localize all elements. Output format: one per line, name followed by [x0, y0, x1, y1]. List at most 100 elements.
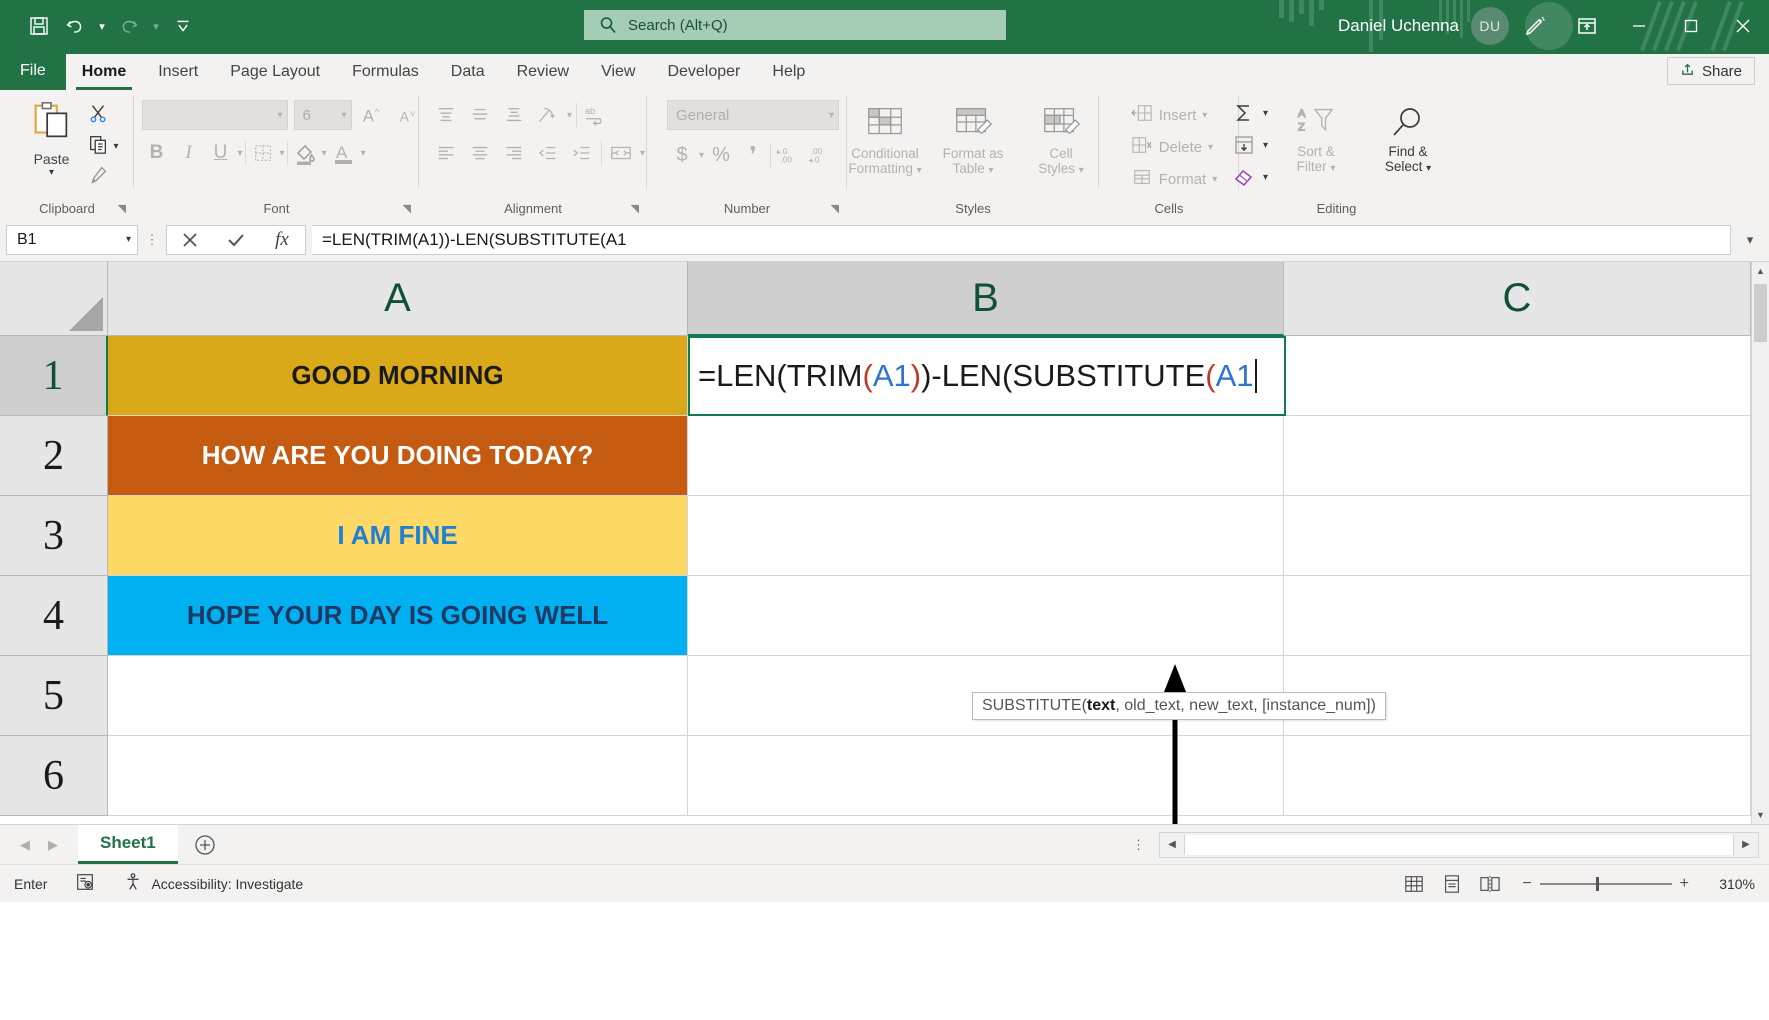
bold-button[interactable]: B	[142, 138, 172, 168]
cut-button[interactable]	[87, 102, 118, 129]
increase-font-size-button[interactable]: A^	[358, 100, 388, 130]
fill-button[interactable]: ▾	[1229, 130, 1268, 160]
column-header-a[interactable]: A	[108, 262, 688, 336]
align-center-icon[interactable]	[465, 138, 495, 168]
increase-indent-icon[interactable]	[567, 138, 597, 168]
formula-bar-handle[interactable]: ⋮	[144, 232, 160, 248]
column-header-b[interactable]: B	[688, 262, 1284, 336]
row-header-2[interactable]: 2	[0, 416, 108, 496]
cell-c6[interactable]	[1284, 736, 1751, 816]
tab-help[interactable]: Help	[756, 54, 821, 90]
search-input[interactable]: Search (Alt+Q)	[584, 10, 1006, 40]
tab-formulas[interactable]: Formulas	[336, 54, 435, 90]
zoom-value[interactable]: 310%	[1705, 876, 1755, 892]
horizontal-scrollbar[interactable]: ◀ ▶	[1159, 832, 1759, 858]
align-left-icon[interactable]	[431, 138, 461, 168]
accessibility-checker[interactable]: Accessibility: Investigate	[109, 872, 317, 895]
row-header-3[interactable]: 3	[0, 496, 108, 576]
delete-cells-button[interactable]: Delete ▾	[1131, 132, 1218, 162]
undo-dropdown-caret-icon[interactable]: ▾	[94, 9, 110, 43]
borders-icon[interactable]	[248, 138, 278, 168]
align-middle-icon[interactable]	[465, 100, 495, 130]
cancel-icon[interactable]	[167, 226, 213, 254]
cell-c1[interactable]	[1284, 336, 1751, 416]
font-color-icon[interactable]: A	[329, 138, 359, 168]
row-header-6[interactable]: 6	[0, 736, 108, 816]
active-cell-editor[interactable]: =LEN(TRIM(A1))-LEN(SUBSTITUTE(A1	[688, 336, 1286, 416]
cell-a3[interactable]: I AM FINE	[108, 496, 688, 576]
align-top-icon[interactable]	[431, 100, 461, 130]
zoom-out-icon[interactable]: −	[1522, 875, 1531, 893]
add-sheet-icon[interactable]	[178, 832, 232, 858]
sheet-nav-arrows[interactable]: ◀ ▶	[0, 837, 78, 853]
zoom-in-icon[interactable]: +	[1680, 875, 1689, 893]
cell-a1[interactable]: GOOD MORNING	[108, 336, 688, 416]
italic-button[interactable]: I	[174, 138, 204, 168]
comma-style-icon[interactable]: ❜	[738, 140, 768, 170]
cell-c3[interactable]	[1284, 496, 1751, 576]
scroll-left-icon[interactable]: ◀	[1160, 833, 1184, 857]
conditional-formatting-button[interactable]: Conditional Formatting ▾	[841, 98, 929, 177]
copy-dropdown-caret-icon[interactable]: ▾	[113, 141, 118, 152]
undo-icon[interactable]	[58, 9, 92, 43]
cell-a5[interactable]	[108, 656, 688, 736]
tab-home[interactable]: Home	[66, 54, 142, 90]
column-header-c[interactable]: C	[1284, 262, 1751, 336]
find-and-select-button[interactable]: Find & Select ▾	[1364, 98, 1452, 192]
dialog-launcher-icon[interactable]: ◥	[831, 202, 839, 215]
tab-review[interactable]: Review	[501, 54, 585, 90]
sheet-tab-sheet1[interactable]: Sheet1	[78, 825, 178, 864]
cell-styles-button[interactable]: Cell Styles ▾	[1017, 98, 1105, 177]
tab-overflow-icon[interactable]: ⋮	[1132, 837, 1159, 853]
insert-cells-button[interactable]: Insert ▾	[1131, 100, 1218, 130]
previous-sheet-icon[interactable]: ◀	[20, 837, 30, 853]
percent-icon[interactable]: %	[706, 140, 736, 170]
cell-c4[interactable]	[1284, 576, 1751, 656]
save-icon[interactable]	[22, 9, 56, 43]
minimize-button[interactable]	[1613, 0, 1665, 52]
underline-button[interactable]: U	[206, 138, 236, 168]
cell-b4[interactable]	[688, 576, 1284, 656]
redo-icon[interactable]	[112, 9, 146, 43]
normal-view-icon[interactable]	[1398, 871, 1430, 897]
align-bottom-icon[interactable]	[499, 100, 529, 130]
copy-button[interactable]: ▾	[87, 133, 118, 160]
wrap-text-icon[interactable]: ab	[581, 100, 611, 130]
tab-view[interactable]: View	[585, 54, 651, 90]
decrease-indent-icon[interactable]	[533, 138, 563, 168]
sort-and-filter-button[interactable]: A Z Sort & Filter ▾	[1272, 98, 1360, 192]
paste-button[interactable]: Paste ▾	[19, 98, 83, 191]
clear-button[interactable]: ▾	[1229, 162, 1268, 192]
font-name-combo[interactable]: ▾	[142, 100, 288, 130]
merge-and-center-icon[interactable]	[606, 138, 636, 168]
autosum-button[interactable]: ▾	[1229, 98, 1268, 128]
avatar[interactable]: DU	[1471, 7, 1509, 45]
close-button[interactable]	[1717, 0, 1769, 52]
tab-insert[interactable]: Insert	[142, 54, 214, 90]
dialog-launcher-icon[interactable]: ◥	[403, 202, 411, 215]
decrease-decimal-icon[interactable]: .00.0	[805, 140, 835, 170]
dialog-launcher-icon[interactable]: ◥	[118, 202, 126, 215]
vertical-scrollbar[interactable]: ▲ ▼	[1751, 262, 1769, 824]
vertical-scroll-thumb[interactable]	[1754, 284, 1767, 342]
fx-icon[interactable]: fx	[259, 226, 305, 254]
cell-a4[interactable]: HOPE YOUR DAY IS GOING WELL	[108, 576, 688, 656]
confirm-check-icon[interactable]	[213, 226, 259, 254]
font-size-combo[interactable]: 6 ▾	[294, 100, 352, 130]
zoom-thumb[interactable]	[1596, 877, 1599, 891]
paste-dropdown-caret-icon[interactable]: ▾	[49, 167, 54, 178]
number-format-combo[interactable]: General ▾	[667, 100, 839, 130]
currency-icon[interactable]: $	[667, 140, 697, 170]
customize-quick-access-icon[interactable]	[166, 9, 200, 43]
row-header-1[interactable]: 1	[0, 336, 108, 416]
select-all-corner[interactable]	[0, 262, 108, 336]
share-button[interactable]: Share	[1667, 57, 1755, 85]
fill-color-icon[interactable]	[290, 138, 320, 168]
row-header-5[interactable]: 5	[0, 656, 108, 736]
cell-c2[interactable]	[1284, 416, 1751, 496]
page-layout-view-icon[interactable]	[1436, 871, 1468, 897]
cell-a6[interactable]	[108, 736, 688, 816]
maximize-button[interactable]	[1665, 0, 1717, 52]
ink-pen-icon[interactable]	[1509, 0, 1561, 52]
zoom-track[interactable]	[1540, 883, 1672, 885]
